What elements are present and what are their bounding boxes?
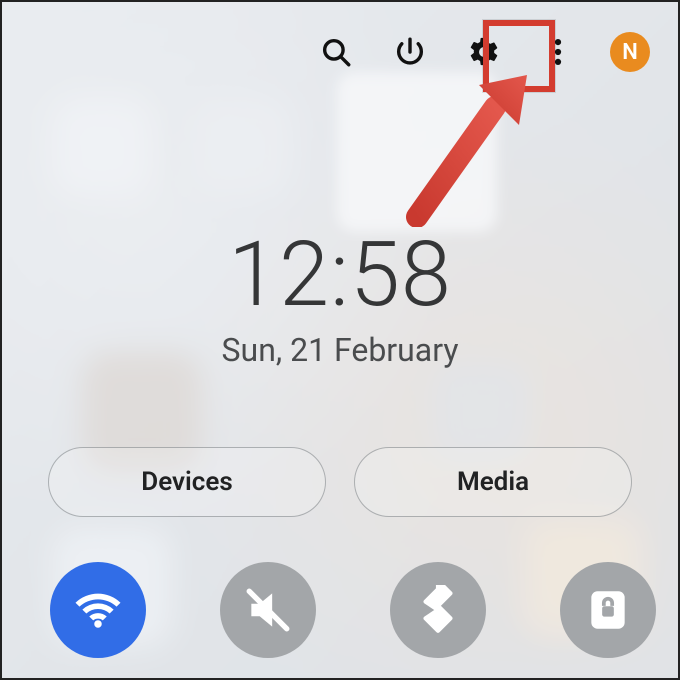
devices-button[interactable]: Devices <box>48 447 326 517</box>
clock-time: 12:58 <box>2 222 678 327</box>
wifi-toggle[interactable] <box>50 562 146 658</box>
media-button[interactable]: Media <box>354 447 632 517</box>
gear-icon[interactable] <box>462 30 506 74</box>
mute-toggle[interactable] <box>220 562 316 658</box>
profile-avatar[interactable]: N <box>610 32 650 72</box>
clock-block: 12:58 Sun, 21 February <box>2 222 678 369</box>
notification-panel: N 12:58 Sun, 21 February Devices Media <box>0 0 680 680</box>
more-icon[interactable] <box>536 30 580 74</box>
quick-toggle-row <box>50 562 656 658</box>
mute-icon <box>243 585 293 635</box>
clock-date: Sun, 21 February <box>2 331 678 369</box>
bluetooth-toggle[interactable] <box>390 562 486 658</box>
lock-icon <box>583 585 633 635</box>
search-icon[interactable] <box>314 30 358 74</box>
power-icon[interactable] <box>388 30 432 74</box>
bluetooth-icon <box>413 585 463 635</box>
control-pill-row: Devices Media <box>48 447 632 517</box>
rotation-lock-toggle[interactable] <box>560 562 656 658</box>
wifi-icon <box>73 585 123 635</box>
panel-toolbar: N <box>314 30 650 74</box>
